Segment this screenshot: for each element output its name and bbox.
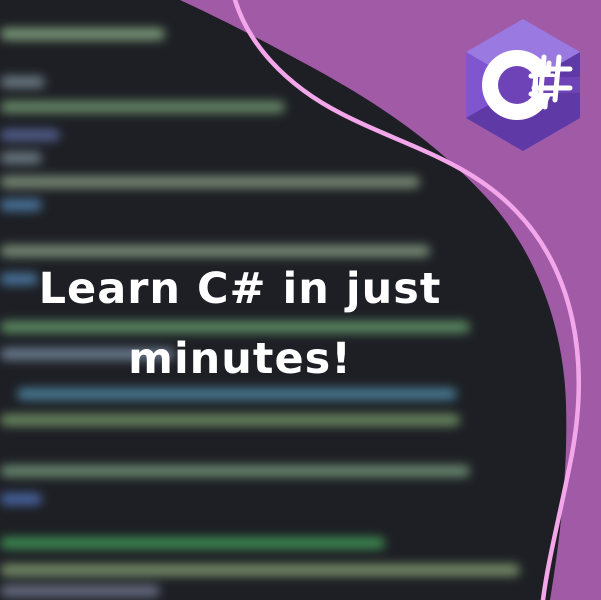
headline-text: Learn C# in just minutes! — [38, 264, 442, 384]
promo-graphic: Learn C# in just minutes! — [0, 0, 601, 600]
